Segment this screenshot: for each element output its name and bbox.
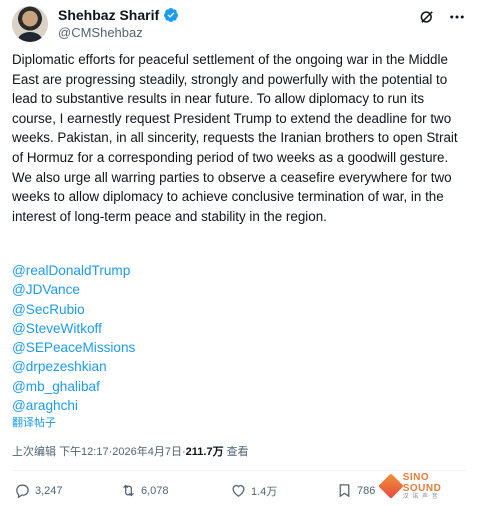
author-display-name[interactable]: Shehbaz Sharif <box>58 6 159 24</box>
reply-count: 3,247 <box>35 484 63 497</box>
post-header: Shehbaz Sharif @CMShehbaz <box>12 4 466 44</box>
mention-link[interactable]: @realDonaldTrump <box>12 261 135 280</box>
mention-link[interactable]: @drpezeshkian <box>12 357 135 376</box>
watermark-logo: SINO SOUND 汉 诺 声 音 <box>378 471 470 500</box>
mention-link[interactable]: @araghchi <box>12 396 135 415</box>
author-handle[interactable]: @CMShehbaz <box>58 24 179 42</box>
repost-count: 6,078 <box>141 484 169 497</box>
view-count: 211.7万 <box>185 446 224 458</box>
mention-link[interactable]: @SteveWitkoff <box>12 319 135 338</box>
mention-link[interactable]: @JDVance <box>12 280 135 299</box>
post-time[interactable]: 下午12:17 <box>59 445 109 459</box>
author-block[interactable]: Shehbaz Sharif @CMShehbaz <box>58 6 179 42</box>
avatar[interactable] <box>12 6 48 42</box>
watermark-icon <box>378 473 404 499</box>
reply-icon <box>16 484 29 499</box>
bookmark-button[interactable]: 786 <box>336 482 375 499</box>
translate-post-link[interactable]: 翻译帖子 <box>12 416 56 430</box>
post-text: Diplomatic efforts for peaceful settleme… <box>12 52 462 224</box>
mention-link[interactable]: @SecRubio <box>12 300 135 319</box>
post-meta: 上次编辑 下午12:17 · 2026年4月7日 · 211.7万 查看 <box>12 445 249 459</box>
divider <box>12 470 466 471</box>
repost-button[interactable]: 6,078 <box>120 482 169 499</box>
edited-label[interactable]: 上次编辑 <box>12 445 56 459</box>
like-count: 1.4万 <box>251 485 278 498</box>
verified-badge-icon <box>163 7 179 23</box>
grok-icon[interactable] <box>418 8 436 26</box>
more-icon[interactable] <box>448 8 466 26</box>
mention-link[interactable]: @SEPeaceMissions <box>12 338 135 357</box>
watermark-brand: SINO SOUND <box>402 471 442 494</box>
mention-list: @realDonaldTrump @JDVance @SecRubio @Ste… <box>12 261 135 415</box>
bookmark-count: 786 <box>357 484 376 497</box>
like-button[interactable]: 1.4万 <box>230 482 277 499</box>
repost-icon <box>123 484 134 497</box>
bookmark-icon <box>339 484 350 498</box>
like-icon <box>232 484 245 497</box>
watermark-sub: 汉 诺 声 音 <box>402 493 439 500</box>
views-label: 查看 <box>226 446 249 458</box>
post-date[interactable]: 2026年4月7日 <box>112 445 182 459</box>
mention-link[interactable]: @mb_ghalibaf <box>12 377 135 396</box>
reply-button[interactable]: 3,247 <box>14 482 63 499</box>
